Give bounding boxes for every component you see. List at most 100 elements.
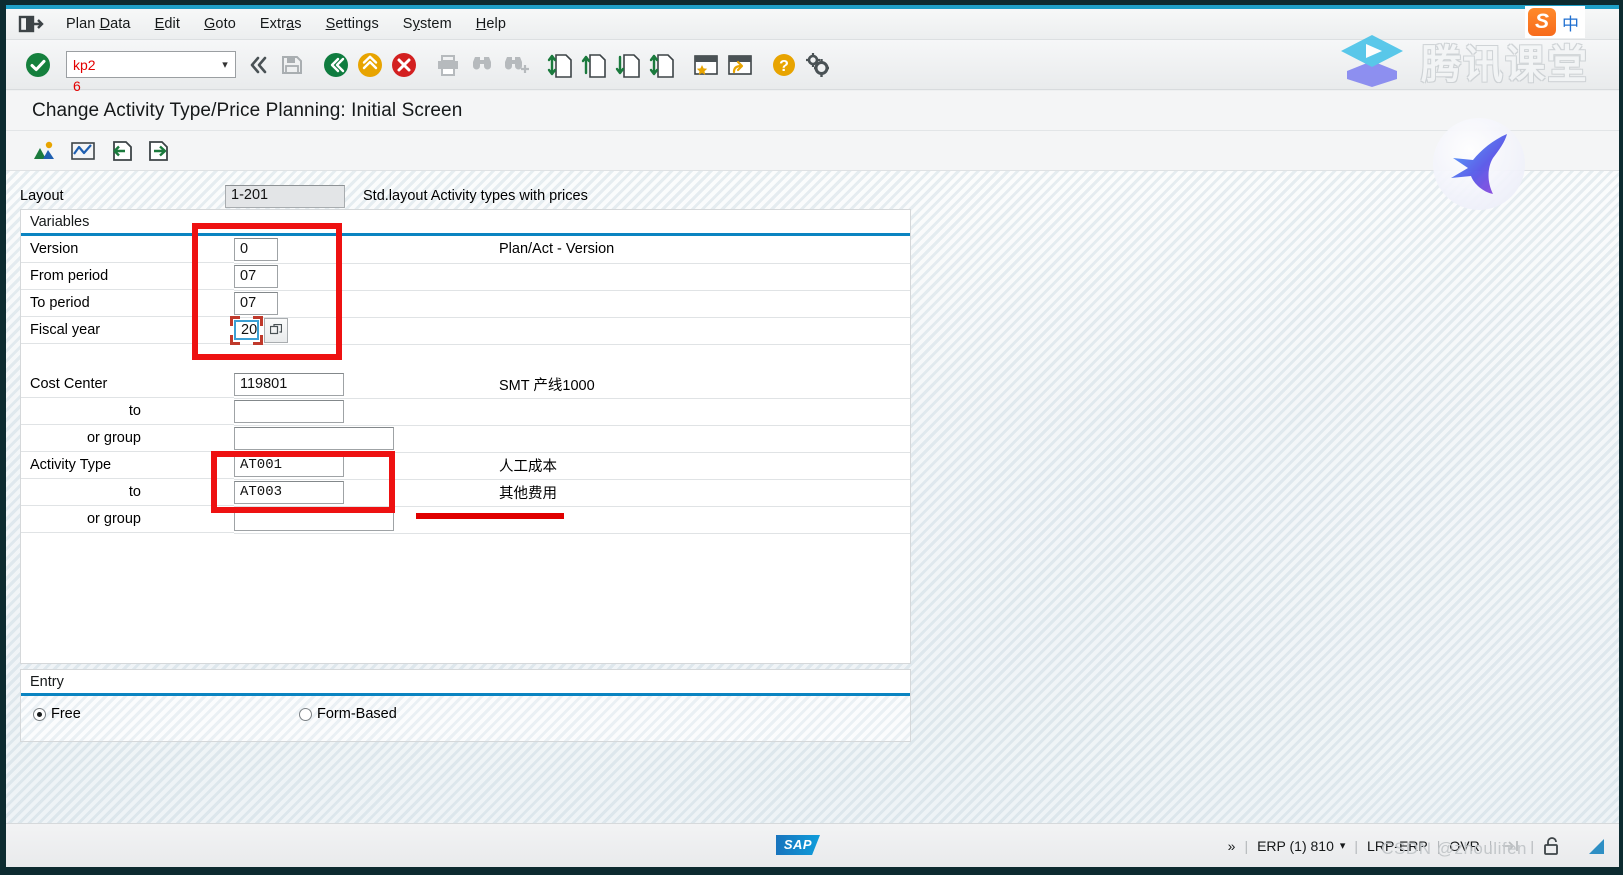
status-bar: SAP » | ERP (1) 810 ▾ | LRP-ERP | OVR | … <box>6 823 1619 867</box>
cost-center-label: Cost Center <box>21 371 234 398</box>
menu-item-plan-data[interactable]: Plan Data <box>54 13 143 35</box>
activity-type-to-field-zone: AT003 其他费用 <box>234 479 910 507</box>
menu-item-settings[interactable]: Settings <box>314 13 391 35</box>
cost-center-group-input[interactable] <box>234 426 394 450</box>
layout-row: Layout 1-201 Std.layout Activity types w… <box>20 183 900 209</box>
command-field[interactable]: kp2 6 ▾ <box>66 51 236 94</box>
activity-type-input[interactable]: AT001 <box>234 453 344 477</box>
to-period-field-zone: 07 <box>234 290 910 318</box>
menu-item-extras[interactable]: Extras <box>248 13 314 35</box>
variables-group-title: Variables <box>30 214 90 230</box>
radio-entry-free-label: Free <box>51 706 81 722</box>
title-bar: Change Activity Type/Price Planning: Ini… <box>6 91 1619 131</box>
red-cancel-circle-icon[interactable] <box>388 49 420 81</box>
radio-button-icon[interactable] <box>299 707 312 721</box>
save-disk-icon[interactable] <box>276 49 308 81</box>
cost-center-field-zone: 119801 SMT 产线1000 <box>234 371 910 399</box>
cost-center-to-input[interactable] <box>234 399 344 423</box>
focus-corner-icon <box>253 334 264 345</box>
page-down-icon[interactable] <box>612 49 644 81</box>
activity-type-description: 人工成本 <box>499 458 557 475</box>
radio-button-icon[interactable] <box>33 707 46 721</box>
variables-panel: Variables Version 0 Plan/Act - Version F… <box>20 209 911 664</box>
form-row-cost-center: Cost Center 119801 SMT 产线1000 <box>21 371 910 399</box>
focus-corner-icon <box>253 315 264 326</box>
command-input[interactable]: kp2 <box>67 57 215 73</box>
version-label: Version <box>21 236 234 263</box>
cost-center-description: SMT 产线1000 <box>499 377 595 394</box>
layout-description: Std.layout Activity types with prices <box>363 188 588 204</box>
menu-item-edit[interactable]: Edit <box>143 13 192 35</box>
to-period-label: To period <box>21 290 234 317</box>
yellow-up-circle-icon[interactable] <box>354 49 386 81</box>
form-row-activity-type-group: or group <box>21 506 910 534</box>
page-up-icon[interactable] <box>578 49 610 81</box>
page-title: Change Activity Type/Price Planning: Ini… <box>32 99 463 121</box>
chevron-down-icon[interactable]: ▾ <box>215 58 235 71</box>
gear-icon[interactable] <box>802 49 834 81</box>
entry-options-row: Free Form-Based <box>21 696 910 732</box>
form-spacer <box>21 344 910 371</box>
form-row-version: Version 0 Plan/Act - Version <box>21 236 910 264</box>
form-row-fiscal-year: Fiscal year 20 <box>21 315 910 345</box>
menu-item-system[interactable]: System <box>391 13 464 35</box>
activity-type-field-zone: AT001 人工成本 <box>234 452 910 480</box>
yellow-question-icon[interactable]: ? <box>768 49 800 81</box>
line-chart-icon[interactable] <box>64 135 102 167</box>
activity-type-to-input[interactable]: AT003 <box>234 480 344 504</box>
status-divider: | <box>1530 837 1534 854</box>
radio-entry-form-based-label: Form-Based <box>317 706 397 722</box>
cost-center-input[interactable]: 119801 <box>234 372 344 396</box>
menu-item-goto[interactable]: Goto <box>192 13 248 35</box>
entry-panel: Entry Free Form-Based <box>20 669 911 742</box>
cost-center-to-field-zone <box>234 398 910 426</box>
form-row-activity-type-to: to AT003 其他费用 <box>21 479 910 507</box>
status-insert-mode[interactable]: OVR <box>1449 838 1479 854</box>
page-first-icon[interactable] <box>544 49 576 81</box>
window-arrow-icon[interactable] <box>724 49 756 81</box>
unlocked-padlock-icon[interactable] <box>1543 836 1561 856</box>
green-back-circle-icon[interactable] <box>320 49 352 81</box>
version-field-zone: 0 Plan/Act - Version <box>234 236 910 264</box>
focus-corner-icon <box>230 334 240 345</box>
chevron-down-icon[interactable]: ▾ <box>1340 839 1346 852</box>
from-period-input[interactable]: 07 <box>234 264 278 288</box>
landscape-icon[interactable] <box>26 135 64 167</box>
menu-item-help[interactable]: Help <box>464 13 518 35</box>
main-toolbar: kp2 6 ▾ ? <box>6 40 1619 94</box>
fiscal-year-search-help-button[interactable] <box>264 317 289 343</box>
double-chevron-right-icon[interactable]: » <box>1228 838 1236 854</box>
from-period-field-zone: 07 <box>234 263 910 291</box>
tab-indent-icon <box>1501 838 1521 854</box>
form-row-cost-center-group: or group <box>21 425 910 453</box>
activity-type-group-input[interactable] <box>234 507 394 531</box>
form-row-activity-type: Activity Type AT001 人工成本 <box>21 452 910 480</box>
sap-menu-icon[interactable] <box>18 14 44 34</box>
status-divider: | <box>1436 837 1441 854</box>
focus-corner-icon <box>230 315 240 326</box>
printer-icon <box>432 49 464 81</box>
activity-type-to-description: 其他费用 <box>499 485 557 502</box>
layout-input: 1-201 <box>225 184 345 208</box>
status-server: LRP-ERP <box>1367 837 1428 854</box>
radio-entry-form-based[interactable]: Form-Based <box>299 706 397 722</box>
cost-center-group-label: or group <box>21 425 234 452</box>
green-check-icon[interactable] <box>22 49 54 81</box>
binoculars-plus-icon <box>500 49 532 81</box>
form-row-from-period: From period 07 <box>21 263 910 291</box>
status-divider: | <box>1488 837 1493 854</box>
radio-entry-free[interactable]: Free <box>33 706 299 722</box>
document-left-arrow-icon[interactable] <box>102 135 140 167</box>
window-star-icon[interactable] <box>690 49 722 81</box>
activity-type-to-label: to <box>21 479 234 506</box>
status-system[interactable]: ERP (1) 810 ▾ <box>1257 838 1345 854</box>
double-chevron-left-icon[interactable] <box>242 49 274 81</box>
resize-grip[interactable] <box>1585 837 1605 855</box>
form-row-to-period: To period 07 <box>21 290 910 318</box>
page-last-icon[interactable] <box>646 49 678 81</box>
to-period-input[interactable]: 07 <box>234 291 278 315</box>
document-right-arrow-icon[interactable] <box>140 135 178 167</box>
version-input[interactable]: 0 <box>234 237 278 261</box>
version-description: Plan/Act - Version <box>499 241 615 257</box>
layout-label: Layout <box>20 188 64 204</box>
